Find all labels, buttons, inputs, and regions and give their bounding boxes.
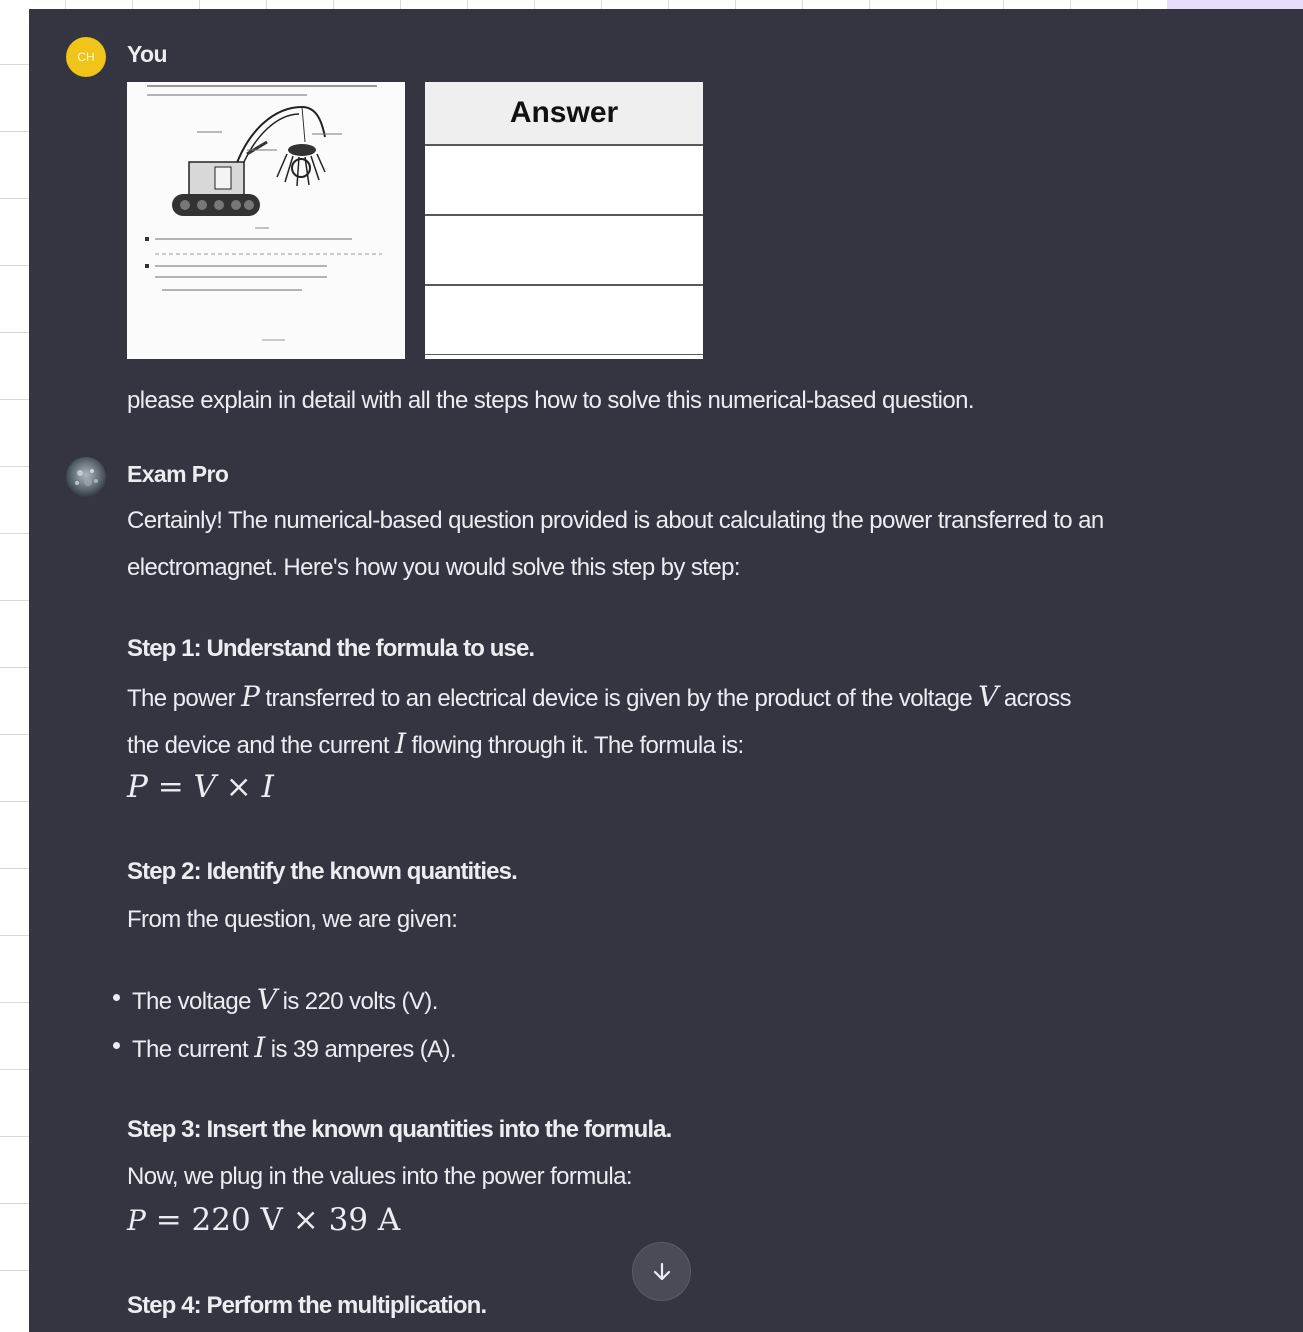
step-1-title: Step 1: Understand the formula to use.: [127, 635, 535, 662]
list-item: The current I is 39 amperes (A).: [113, 1031, 457, 1064]
user-initials: CH: [77, 50, 95, 64]
formula-lhs: P: [127, 1204, 146, 1237]
user-avatar: CH: [66, 37, 106, 77]
bullet-dot: [113, 1042, 120, 1049]
bullet-dot: [113, 994, 120, 1001]
assistant-avatar: [66, 457, 106, 497]
step-1-text-d: the device and the current: [127, 732, 395, 759]
step-3-text: Now, we plug in the values into the powe…: [127, 1163, 633, 1190]
step-3-title: Step 3: Insert the known quantities into…: [127, 1116, 672, 1143]
var-p: P: [241, 680, 260, 713]
step-1-text-c: across: [997, 685, 1072, 712]
answer-table-row: [425, 286, 703, 355]
assistant-name: Exam Pro: [127, 461, 229, 487]
bullet-2-text-a: The current: [132, 1036, 255, 1063]
exam-page-illustration: [127, 82, 405, 359]
var-v: V: [256, 983, 277, 1016]
list-item: The voltage V is 220 volts (V).: [113, 983, 438, 1016]
assistant-intro-line-2: electromagnet. Here's how you would solv…: [127, 554, 741, 581]
answer-table-image[interactable]: Answer: [425, 82, 703, 359]
step-1-text-e: flowing through it. The formula is:: [405, 732, 745, 759]
answer-table-row: [425, 216, 703, 286]
scroll-to-bottom-button[interactable]: [632, 1242, 691, 1301]
step-2-text: From the question, we are given:: [127, 906, 458, 933]
var-i: I: [254, 1031, 265, 1064]
var-v: V: [978, 680, 998, 713]
step-1-text-b: transferred to an electrical device is g…: [259, 685, 979, 712]
step-1-line-2: the device and the current I flowing thr…: [127, 720, 1303, 769]
step-1-text-a: The power: [127, 685, 242, 712]
bullet-1-text-b: is 220 volts (V).: [276, 988, 439, 1015]
step-1-line-1: The power P transferred to an electrical…: [127, 673, 1303, 722]
step-1-formula: P = V × I: [127, 769, 274, 805]
assistant-avatar-image: [75, 469, 98, 486]
exam-question-image[interactable]: [127, 82, 405, 359]
user-name: You: [127, 41, 168, 67]
answer-table-row: [425, 146, 703, 216]
answer-table-header: Answer: [425, 82, 703, 146]
arrow-down-icon: [653, 1262, 670, 1280]
step-2-title: Step 2: Identify the known quantities.: [127, 858, 518, 885]
bullet-2-text-b: is 39 amperes (A).: [264, 1036, 457, 1063]
bullet-1-text-a: The voltage: [132, 988, 257, 1015]
var-i: I: [394, 727, 406, 760]
user-prompt: please explain in detail with all the st…: [127, 387, 975, 414]
assistant-intro-line-1: Certainly! The numerical-based question …: [127, 507, 1104, 534]
step-3-formula: P = 220 V × 39 A: [127, 1202, 1303, 1238]
chat-panel: CH You Answer please explain in detail w…: [29, 9, 1303, 1332]
step-4-title: Step 4: Perform the multiplication.: [127, 1292, 487, 1319]
formula-rhs: = 220 V × 39 A: [145, 1202, 401, 1238]
